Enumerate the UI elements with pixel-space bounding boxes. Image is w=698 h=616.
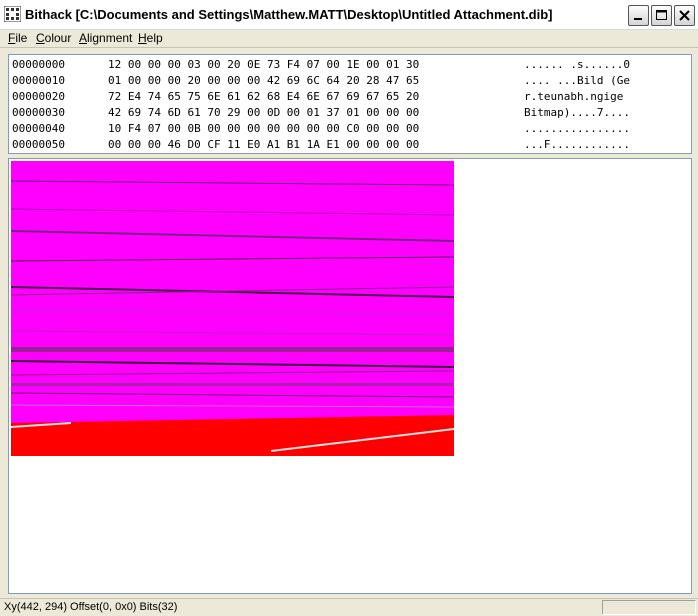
hex-row[interactable]: 00000000 12 00 00 00 03 00 20 0E 73 F4 0…	[12, 58, 630, 74]
title-bar[interactable]: Bithack [C:\Documents and Settings\Matth…	[0, 0, 698, 30]
maximize-icon	[656, 10, 667, 20]
hex-dump-panel[interactable]: 00000000 12 00 00 00 03 00 20 0E 73 F4 0…	[8, 54, 692, 154]
hex-row[interactable]: 00000010 01 00 00 00 20 00 00 00 42 69 6…	[12, 74, 630, 90]
menu-colour[interactable]: Colour	[36, 31, 71, 45]
close-icon	[679, 10, 690, 21]
hex-offset: 00000040	[12, 122, 65, 135]
minimize-icon	[634, 18, 642, 20]
hex-bytes: 42 69 74 6D 61 70 29 00 0D 00 01 37 01 0…	[108, 106, 420, 119]
hex-offset: 00000020	[12, 90, 65, 103]
status-bar: Xy(442, 294) Offset(0, 0x0) Bits(32)	[0, 598, 698, 616]
hex-offset: 00000010	[12, 74, 65, 87]
hex-ascii: ................	[524, 122, 630, 135]
hex-ascii: ...... .s......0	[524, 58, 630, 71]
hex-ascii: ...F............	[524, 138, 630, 151]
hex-bytes: 01 00 00 00 20 00 00 00 42 69 6C 64 20 2…	[108, 74, 420, 87]
hex-ascii: .... ...Bild (Ge	[524, 74, 630, 87]
close-button[interactable]	[674, 5, 695, 26]
hex-offset: 00000000	[12, 58, 65, 71]
minimize-button[interactable]	[628, 5, 649, 26]
menu-help[interactable]: Help	[138, 31, 163, 45]
hex-offset: 00000050	[12, 138, 65, 151]
menu-alignment[interactable]: Alignment	[79, 31, 132, 45]
hex-row[interactable]: 00000040 10 F4 07 00 0B 00 00 00 00 00 0…	[12, 122, 630, 138]
hex-offset: 00000030	[12, 106, 65, 119]
menu-bar: File Colour Alignment Help	[0, 30, 698, 48]
hex-bytes: 10 F4 07 00 0B 00 00 00 00 00 00 00 C0 0…	[108, 122, 420, 135]
hex-ascii: Bitmap)....7....	[524, 106, 630, 119]
hex-bytes: 00 00 00 46 D0 CF 11 E0 A1 B1 1A E1 00 0…	[108, 138, 420, 151]
hex-bytes: 72 E4 74 65 75 6E 61 62 68 E4 6E 67 69 6…	[108, 90, 420, 103]
hex-row[interactable]: 00000020 72 E4 74 65 75 6E 61 62 68 E4 6…	[12, 90, 623, 106]
bitmap-image[interactable]	[11, 161, 454, 456]
hex-row[interactable]: 00000050 00 00 00 46 D0 CF 11 E0 A1 B1 1…	[12, 138, 630, 154]
hex-row[interactable]: 00000030 42 69 74 6D 61 70 29 00 0D 00 0…	[12, 106, 630, 122]
hex-bytes: 12 00 00 00 03 00 20 0E 73 F4 07 00 1E 0…	[108, 58, 420, 71]
bithack-app-icon	[4, 6, 21, 22]
status-pane	[602, 600, 696, 615]
window-title: Bithack [C:\Documents and Settings\Matth…	[25, 7, 553, 22]
menu-file[interactable]: File	[8, 31, 27, 45]
bitmap-view[interactable]	[8, 158, 692, 594]
hex-ascii: r.teunabh.ngige	[524, 90, 630, 103]
status-text: Xy(442, 294) Offset(0, 0x0) Bits(32)	[4, 601, 178, 613]
maximize-button[interactable]	[651, 5, 672, 26]
